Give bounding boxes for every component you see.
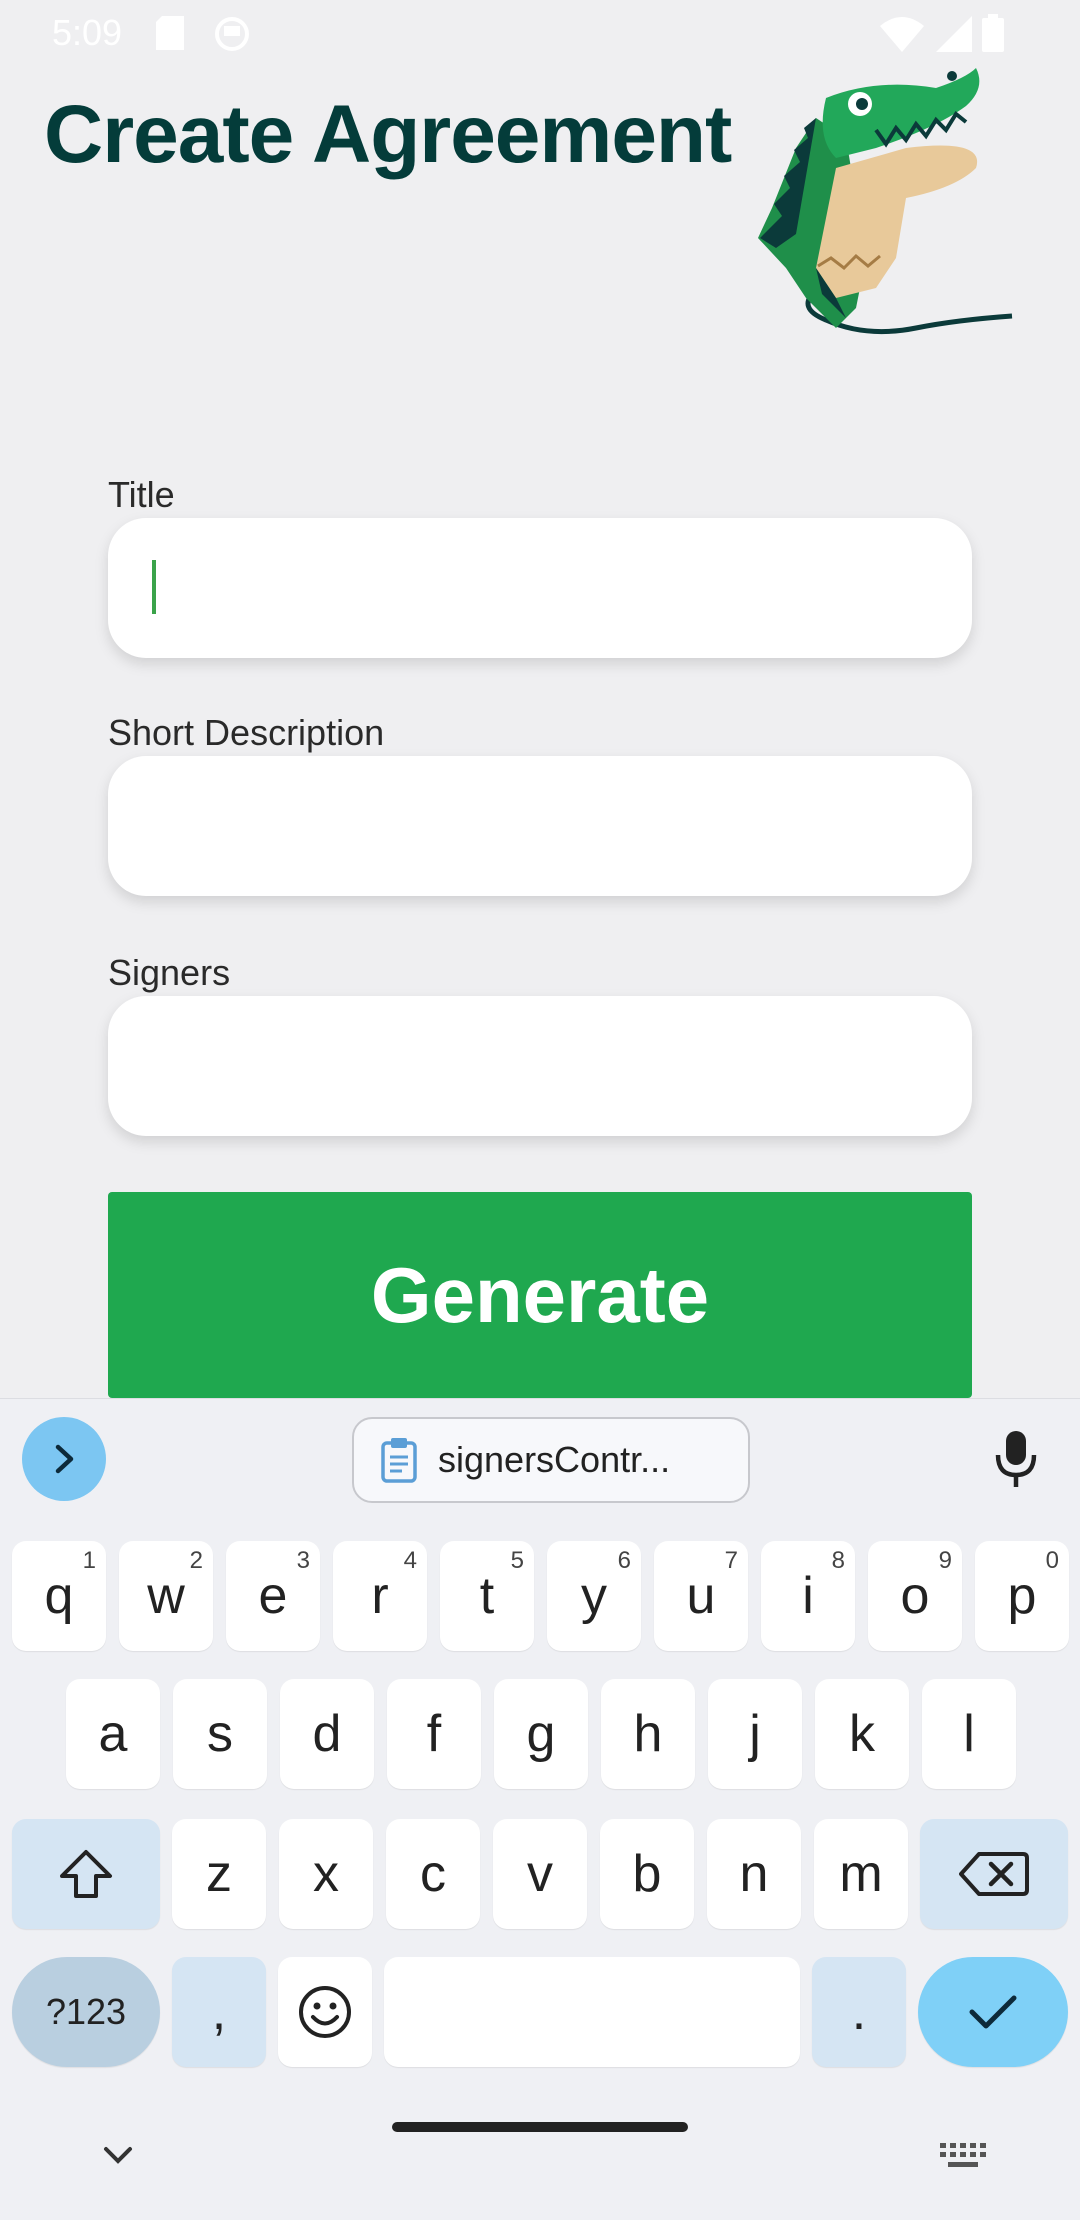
page-title: Create Agreement bbox=[44, 89, 732, 180]
key-s[interactable]: s bbox=[173, 1679, 267, 1789]
text-cursor bbox=[152, 560, 156, 614]
key-hint: 0 bbox=[1045, 1547, 1059, 1574]
key-o[interactable]: o9 bbox=[868, 1541, 962, 1651]
key-hint: 1 bbox=[82, 1547, 96, 1574]
keyboard-expand-button[interactable] bbox=[22, 1417, 106, 1501]
key-z[interactable]: z bbox=[172, 1819, 266, 1929]
backspace-icon bbox=[959, 1852, 1029, 1896]
key-label: e bbox=[258, 1567, 288, 1625]
key-hint: 4 bbox=[403, 1547, 417, 1574]
key-i[interactable]: i8 bbox=[761, 1541, 855, 1651]
key-hint: 8 bbox=[831, 1547, 845, 1574]
key-x[interactable]: x bbox=[279, 1819, 373, 1929]
key-label: p bbox=[1007, 1567, 1037, 1625]
backspace-key[interactable] bbox=[920, 1819, 1068, 1929]
clipboard-icon bbox=[381, 1438, 417, 1483]
keyboard-toolbar: signersContr... bbox=[0, 1399, 1080, 1519]
key-hint: 9 bbox=[938, 1547, 952, 1574]
shift-icon bbox=[60, 1850, 112, 1898]
status-bar: 5:09 bbox=[0, 0, 1080, 66]
done-key[interactable] bbox=[918, 1957, 1068, 2067]
key-r[interactable]: r4 bbox=[333, 1541, 427, 1651]
key-hint: 3 bbox=[296, 1547, 310, 1574]
key-g[interactable]: g bbox=[494, 1679, 588, 1789]
key-a[interactable]: a bbox=[66, 1679, 160, 1789]
symbols-key[interactable]: ?123 bbox=[12, 1957, 160, 2067]
key-c[interactable]: c bbox=[386, 1819, 480, 1929]
comma-key[interactable]: , bbox=[172, 1957, 266, 2067]
key-u[interactable]: u7 bbox=[654, 1541, 748, 1651]
key-label: o bbox=[900, 1567, 930, 1625]
period-key[interactable]: . bbox=[812, 1957, 906, 2067]
key-hint: 7 bbox=[724, 1547, 738, 1574]
key-w[interactable]: w2 bbox=[119, 1541, 213, 1651]
keyboard-switch-icon[interactable] bbox=[940, 2143, 986, 2171]
key-b[interactable]: b bbox=[600, 1819, 694, 1929]
key-m[interactable]: m bbox=[814, 1819, 908, 1929]
key-hint: 6 bbox=[617, 1547, 631, 1574]
space-key[interactable] bbox=[384, 1957, 800, 2067]
clipboard-suggestion-text: signersContr... bbox=[438, 1439, 671, 1480]
signers-label: Signers bbox=[108, 952, 231, 993]
key-label: i bbox=[802, 1567, 814, 1625]
key-label: r bbox=[371, 1567, 389, 1625]
key-f[interactable]: f bbox=[387, 1679, 481, 1789]
key-t[interactable]: t5 bbox=[440, 1541, 534, 1651]
emoji-key[interactable] bbox=[278, 1957, 372, 2067]
hide-keyboard-chevron-icon[interactable] bbox=[100, 2143, 136, 2167]
microphone-icon[interactable] bbox=[992, 1429, 1040, 1489]
key-l[interactable]: l bbox=[922, 1679, 1016, 1789]
home-gesture-bar[interactable] bbox=[392, 2122, 688, 2132]
key-hint: 5 bbox=[510, 1547, 524, 1574]
wifi-icon bbox=[880, 17, 924, 52]
key-e[interactable]: e3 bbox=[226, 1541, 320, 1651]
emoji-icon bbox=[299, 1986, 351, 2038]
key-label: w bbox=[147, 1567, 185, 1625]
key-hint: 2 bbox=[189, 1547, 203, 1574]
key-h[interactable]: h bbox=[601, 1679, 695, 1789]
signers-field[interactable] bbox=[108, 996, 972, 1136]
title-field[interactable] bbox=[108, 518, 972, 658]
key-n[interactable]: n bbox=[707, 1819, 801, 1929]
key-j[interactable]: j bbox=[708, 1679, 802, 1789]
soft-keyboard: signersContr... q1w2e3r4t5y6u7i8o9p0 asd… bbox=[0, 1398, 1080, 2220]
clipboard-suggestion-chip[interactable]: signersContr... bbox=[352, 1417, 750, 1503]
key-label: u bbox=[686, 1567, 716, 1625]
sd-card-icon bbox=[156, 16, 184, 50]
battery-icon bbox=[982, 14, 1004, 52]
description-field[interactable] bbox=[108, 756, 972, 896]
key-p[interactable]: p0 bbox=[975, 1541, 1069, 1651]
checkmark-icon bbox=[969, 1995, 1017, 2029]
key-label: q bbox=[44, 1567, 74, 1625]
key-label: t bbox=[479, 1567, 495, 1625]
notification-icon bbox=[215, 17, 249, 51]
chevron-right-icon bbox=[55, 1444, 74, 1474]
key-q[interactable]: q1 bbox=[12, 1541, 106, 1651]
generate-button[interactable]: Generate bbox=[108, 1192, 972, 1398]
signal-icon bbox=[936, 16, 972, 52]
description-label: Short Description bbox=[108, 712, 385, 753]
key-label: y bbox=[581, 1567, 607, 1625]
key-v[interactable]: v bbox=[493, 1819, 587, 1929]
title-label: Title bbox=[108, 474, 175, 515]
shift-key[interactable] bbox=[12, 1819, 160, 1929]
key-y[interactable]: y6 bbox=[547, 1541, 641, 1651]
key-k[interactable]: k bbox=[815, 1679, 909, 1789]
crocodile-pencil-mascot-icon bbox=[758, 68, 1013, 335]
key-d[interactable]: d bbox=[280, 1679, 374, 1789]
status-time: 5:09 bbox=[52, 12, 123, 53]
